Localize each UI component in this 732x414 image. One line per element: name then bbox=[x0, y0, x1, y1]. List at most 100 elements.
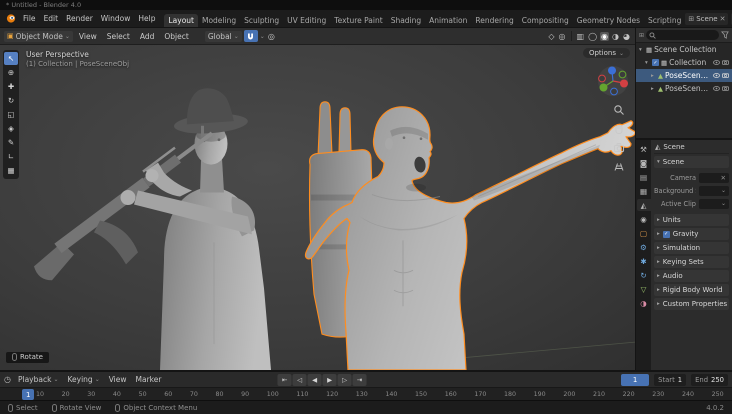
hat-figure-mesh[interactable] bbox=[34, 86, 271, 370]
disclosure-icon[interactable]: ▾ bbox=[639, 47, 644, 53]
panel-rigid-body-world[interactable]: ▸ Rigid Body World bbox=[654, 284, 729, 296]
gizmos-toggle[interactable]: ◇ bbox=[547, 32, 555, 41]
menu-select[interactable]: Select bbox=[103, 31, 134, 42]
tool-move[interactable]: ✚ bbox=[4, 80, 18, 93]
frame-tick[interactable]: 200 bbox=[563, 391, 575, 398]
camera-view-icon[interactable] bbox=[613, 142, 625, 154]
navigation-gizmo[interactable] bbox=[597, 65, 629, 99]
zoom-icon[interactable] bbox=[613, 104, 625, 116]
hide-eye-icon[interactable] bbox=[713, 60, 720, 65]
clear-icon[interactable]: ✕ bbox=[721, 174, 726, 182]
frame-tick[interactable]: 30 bbox=[87, 391, 95, 398]
transform-orientation-selector[interactable]: Global ⌄ bbox=[205, 31, 242, 42]
editor-type-icon[interactable]: ⊞ bbox=[639, 32, 644, 39]
play-reverse-button[interactable]: ◀ bbox=[308, 374, 322, 386]
frame-tick[interactable]: 100 bbox=[267, 391, 279, 398]
proportional-edit-toggle[interactable]: ◎ bbox=[267, 32, 276, 41]
outliner-row-posesceneobj[interactable]: ▸ ▲ PoseSceneObj bbox=[636, 69, 732, 82]
frame-tick[interactable]: 240 bbox=[682, 391, 694, 398]
current-frame-field[interactable]: 1 bbox=[621, 374, 649, 386]
tab-modifiers[interactable]: ⚙ bbox=[637, 241, 651, 253]
panel-scene-header[interactable]: ▾ Scene bbox=[654, 156, 729, 168]
disclosure-icon[interactable]: ▸ bbox=[651, 86, 656, 92]
frame-tick[interactable]: 40 bbox=[113, 391, 121, 398]
tool-annotate[interactable]: ✎ bbox=[4, 136, 18, 149]
tab-rendering[interactable]: Rendering bbox=[471, 14, 517, 27]
render-camera-icon[interactable] bbox=[722, 73, 729, 78]
snap-magnet-toggle[interactable] bbox=[244, 30, 258, 42]
frame-tick[interactable]: 160 bbox=[445, 391, 457, 398]
gravity-checkbox[interactable]: ✓ bbox=[663, 231, 670, 238]
tab-scripting[interactable]: Scripting bbox=[644, 14, 685, 27]
shading-material-button[interactable]: ◑ bbox=[611, 32, 620, 41]
tab-sculpting[interactable]: Sculpting bbox=[240, 14, 283, 27]
snap-options-dropdown[interactable]: ⌄ bbox=[260, 33, 265, 40]
next-keyframe-button[interactable]: ▷ bbox=[338, 374, 352, 386]
frame-tick[interactable]: 20 bbox=[62, 391, 70, 398]
prev-keyframe-button[interactable]: ◁ bbox=[293, 374, 307, 386]
tab-uv-editing[interactable]: UV Editing bbox=[283, 14, 330, 27]
tool-scale[interactable]: ◱ bbox=[4, 108, 18, 121]
frame-tick[interactable]: 150 bbox=[415, 391, 427, 398]
tool-cursor[interactable]: ⊕ bbox=[4, 66, 18, 79]
shading-wireframe-button[interactable]: ◯ bbox=[587, 32, 598, 41]
tab-output[interactable]: ▤ bbox=[637, 171, 651, 183]
viewport-canvas[interactable] bbox=[0, 45, 635, 370]
frame-tick[interactable]: 110 bbox=[296, 391, 308, 398]
frame-tick[interactable]: 170 bbox=[474, 391, 486, 398]
frame-tick[interactable]: 10 bbox=[36, 391, 44, 398]
pan-hand-icon[interactable] bbox=[613, 123, 625, 135]
frame-tick[interactable]: 180 bbox=[504, 391, 516, 398]
hide-eye-icon[interactable] bbox=[713, 86, 720, 91]
menu-window[interactable]: Window bbox=[97, 13, 135, 24]
tab-shading[interactable]: Shading bbox=[387, 14, 425, 27]
tab-texture-paint[interactable]: Texture Paint bbox=[330, 14, 386, 27]
tab-object-data[interactable]: ▽ bbox=[637, 283, 651, 295]
render-camera-icon[interactable] bbox=[722, 60, 729, 65]
background-scene-field[interactable]: ⌄ bbox=[699, 186, 729, 196]
tab-view-layer[interactable]: ▦ bbox=[637, 185, 651, 197]
active-clip-field[interactable]: ⌄ bbox=[699, 199, 729, 209]
tab-compositing[interactable]: Compositing bbox=[518, 14, 573, 27]
tab-animation[interactable]: Animation bbox=[425, 14, 471, 27]
frame-tick[interactable]: 190 bbox=[534, 391, 546, 398]
tool-rotate[interactable]: ↻ bbox=[4, 94, 18, 107]
options-button[interactable]: Options ⌄ bbox=[583, 48, 630, 58]
selected-figure-mesh[interactable] bbox=[306, 107, 635, 370]
panel-custom-properties[interactable]: ▸ Custom Properties bbox=[654, 298, 729, 310]
menu-playback[interactable]: Playback ⌄ bbox=[14, 374, 63, 385]
frame-tick[interactable]: 50 bbox=[139, 391, 147, 398]
menu-object[interactable]: Object bbox=[160, 31, 192, 42]
menu-help[interactable]: Help bbox=[134, 13, 159, 24]
3d-viewport[interactable]: ↖ ⊕ ✚ ↻ ◱ ◈ ✎ ∟ ▦ User Perspective (1) C… bbox=[0, 45, 635, 370]
menu-add[interactable]: Add bbox=[136, 31, 159, 42]
panel-units[interactable]: ▸ Units bbox=[654, 214, 729, 226]
mode-selector[interactable]: ▣ Object Mode ⌄ bbox=[4, 31, 73, 42]
collection-checkbox[interactable]: ✓ bbox=[652, 59, 659, 66]
menu-view[interactable]: View bbox=[75, 31, 101, 42]
menu-keying[interactable]: Keying ⌄ bbox=[63, 374, 103, 385]
frame-tick[interactable]: 130 bbox=[356, 391, 368, 398]
render-camera-icon[interactable] bbox=[722, 86, 729, 91]
tool-measure[interactable]: ∟ bbox=[4, 150, 18, 163]
outliner-row-collection[interactable]: ▾ ✓ ▦ Collection bbox=[636, 56, 732, 69]
frame-tick[interactable]: 140 bbox=[385, 391, 397, 398]
outliner-search-input[interactable] bbox=[646, 30, 719, 40]
tab-material[interactable]: ◑ bbox=[637, 297, 651, 309]
tab-modeling[interactable]: Modeling bbox=[198, 14, 240, 27]
tab-scene[interactable]: ◭ bbox=[637, 199, 651, 211]
timeline-editor-icon[interactable]: ◷ bbox=[4, 375, 11, 384]
menu-render[interactable]: Render bbox=[62, 13, 97, 24]
menu-edit[interactable]: Edit bbox=[40, 13, 63, 24]
tab-world[interactable]: ◉ bbox=[637, 213, 651, 225]
panel-keying-sets[interactable]: ▸ Keying Sets bbox=[654, 256, 729, 268]
frame-tick[interactable]: 230 bbox=[652, 391, 664, 398]
tool-select-box[interactable]: ↖ bbox=[4, 52, 18, 65]
frame-tick[interactable]: 210 bbox=[593, 391, 605, 398]
hide-eye-icon[interactable] bbox=[713, 73, 720, 78]
timeline-ruler[interactable]: 1 10203040506070809010011012013014015016… bbox=[0, 387, 732, 400]
disclosure-icon[interactable]: ▾ bbox=[645, 60, 650, 66]
filter-icon[interactable] bbox=[721, 31, 729, 39]
scene-unlink-icon[interactable]: ✕ bbox=[720, 15, 726, 23]
menu-view-timeline[interactable]: View bbox=[105, 374, 131, 385]
